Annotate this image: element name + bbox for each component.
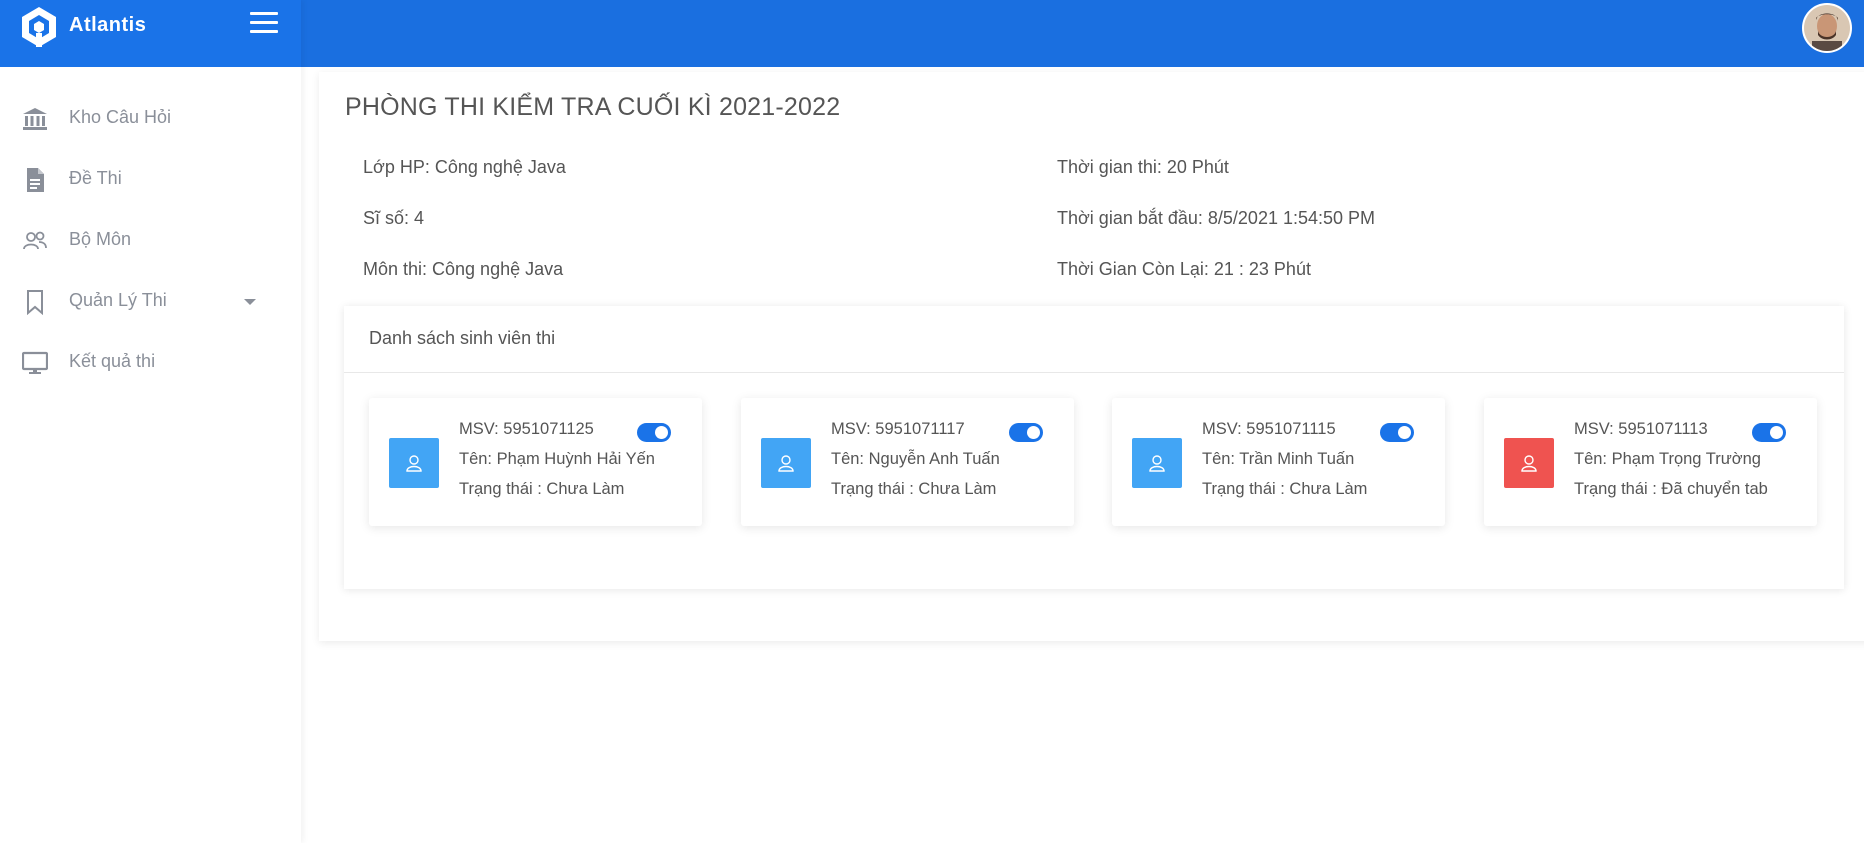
student-status: Trạng thái : Chưa Làm xyxy=(1202,480,1368,498)
bank-icon xyxy=(23,108,47,130)
top-navbar xyxy=(301,0,1864,67)
student-card[interactable]: MSV: 5951071115 Tên: Trần Minh Tuấn Trạn… xyxy=(1112,398,1445,526)
sidebar-item-exam-management[interactable]: Quản Lý Thi xyxy=(0,271,301,332)
student-avatar xyxy=(389,438,439,488)
student-msv: MSV: 5951071125 xyxy=(459,420,594,438)
student-toggle-switch[interactable] xyxy=(1752,423,1786,442)
sidebar-item-label: Bộ Môn xyxy=(69,229,132,249)
page-title: PHÒNG THI KIỂM TRA CUỐI KÌ 2021-2022 xyxy=(345,93,841,121)
user-icon xyxy=(1149,455,1165,472)
time-remaining: Thời Gian Còn Lại: 21 : 23 Phút xyxy=(1057,259,1311,279)
users-icon xyxy=(23,231,47,250)
user-icon xyxy=(778,455,794,472)
student-msv: MSV: 5951071113 xyxy=(1574,420,1708,438)
monitor-icon xyxy=(22,351,48,374)
sidebar-item-label: Quản Lý Thi xyxy=(69,290,167,310)
student-status: Trạng thái : Chưa Làm xyxy=(831,480,997,498)
student-list-card: Danh sách sinh viên thi MSV: 5951071125 … xyxy=(344,306,1844,589)
sidebar: Atlantis Kho Câu Hỏi Đề Thi Bộ Môn Quản … xyxy=(0,0,301,843)
subject-info: Môn thi: Công nghệ Java xyxy=(363,259,564,279)
atlantis-logo-icon[interactable] xyxy=(19,6,59,48)
student-card[interactable]: MSV: 5951071113 Tên: Phạm Trọng Trường T… xyxy=(1484,398,1817,526)
user-avatar-image xyxy=(1804,5,1850,51)
student-name: Tên: Trần Minh Tuấn xyxy=(1202,450,1355,468)
hamburger-line xyxy=(250,30,278,33)
sidebar-item-question-bank[interactable]: Kho Câu Hỏi xyxy=(0,88,301,149)
student-toggle-switch[interactable] xyxy=(637,423,671,442)
student-toggle-switch[interactable] xyxy=(1380,423,1414,442)
student-count: Sĩ số: 4 xyxy=(363,208,425,228)
student-avatar xyxy=(761,438,811,488)
student-status: Trạng thái : Đã chuyển tab xyxy=(1574,480,1768,498)
document-icon xyxy=(27,168,44,192)
caret-down-icon[interactable] xyxy=(244,299,256,305)
student-name: Tên: Nguyễn Anh Tuấn xyxy=(831,450,1000,468)
start-time: Thời gian bắt đầu: 8/5/2021 1:54:50 PM xyxy=(1057,208,1376,228)
sidebar-item-departments[interactable]: Bộ Môn xyxy=(0,210,301,271)
user-icon xyxy=(1521,455,1537,472)
student-list-title: Danh sách sinh viên thi xyxy=(369,328,556,348)
exam-duration: Thời gian thi: 20 Phút xyxy=(1057,157,1229,177)
app-name[interactable]: Atlantis xyxy=(69,14,146,37)
student-name: Tên: Phạm Huỳnh Hải Yến xyxy=(459,450,655,468)
user-icon xyxy=(406,455,422,472)
sidebar-item-label: Kết quả thi xyxy=(69,351,156,371)
student-avatar xyxy=(1504,438,1554,488)
student-list-header: Danh sách sinh viên thi xyxy=(344,306,1844,373)
bookmark-icon xyxy=(27,290,43,315)
class-info: Lớp HP: Công nghệ Java xyxy=(363,157,566,177)
sidebar-nav: Kho Câu Hỏi Đề Thi Bộ Môn Quản Lý Thi Kế… xyxy=(0,88,301,393)
brand-header: Atlantis xyxy=(0,0,301,67)
student-toggle-switch[interactable] xyxy=(1009,423,1043,442)
student-avatar xyxy=(1132,438,1182,488)
student-card[interactable]: MSV: 5951071125 Tên: Phạm Huỳnh Hải Yến … xyxy=(369,398,702,526)
sidebar-item-exams[interactable]: Đề Thi xyxy=(0,149,301,210)
sidebar-item-results[interactable]: Kết quả thi xyxy=(0,332,301,393)
hamburger-line xyxy=(250,12,278,15)
sidebar-item-label: Kho Câu Hỏi xyxy=(69,107,172,127)
student-card[interactable]: MSV: 5951071117 Tên: Nguyễn Anh Tuấn Trạ… xyxy=(741,398,1074,526)
menu-toggle-button[interactable] xyxy=(250,12,278,38)
hamburger-line xyxy=(250,21,278,24)
sidebar-item-label: Đề Thi xyxy=(69,168,122,188)
student-name: Tên: Phạm Trọng Trường xyxy=(1574,450,1761,468)
student-status: Trạng thái : Chưa Làm xyxy=(459,480,625,498)
student-msv: MSV: 5951071117 xyxy=(831,420,965,438)
user-avatar[interactable] xyxy=(1802,3,1852,53)
student-msv: MSV: 5951071115 xyxy=(1202,420,1336,438)
